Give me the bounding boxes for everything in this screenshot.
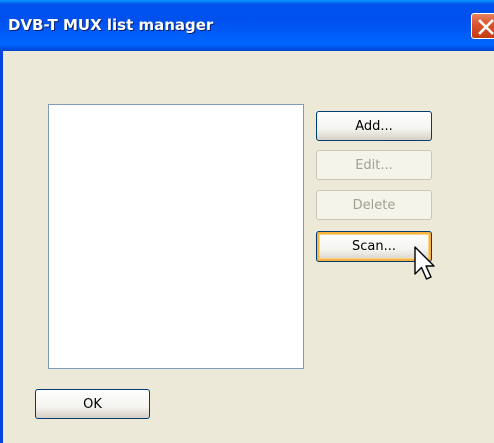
delete-button[interactable]: Delete <box>316 190 432 220</box>
edit-button[interactable]: Edit... <box>316 150 432 180</box>
ok-button[interactable]: OK <box>35 389 150 419</box>
title-bar[interactable]: DVB-T MUX list manager <box>0 0 494 51</box>
mouse-pointer-icon <box>414 246 435 280</box>
add-button[interactable]: Add... <box>316 111 432 141</box>
window-frame-left <box>0 51 3 443</box>
dialog-window: DVB-T MUX list manager Add... Edit... De… <box>0 0 494 443</box>
close-button[interactable] <box>471 13 494 39</box>
window-title: DVB-T MUX list manager <box>8 16 214 34</box>
mux-listbox[interactable] <box>48 104 304 369</box>
close-icon <box>478 19 494 35</box>
